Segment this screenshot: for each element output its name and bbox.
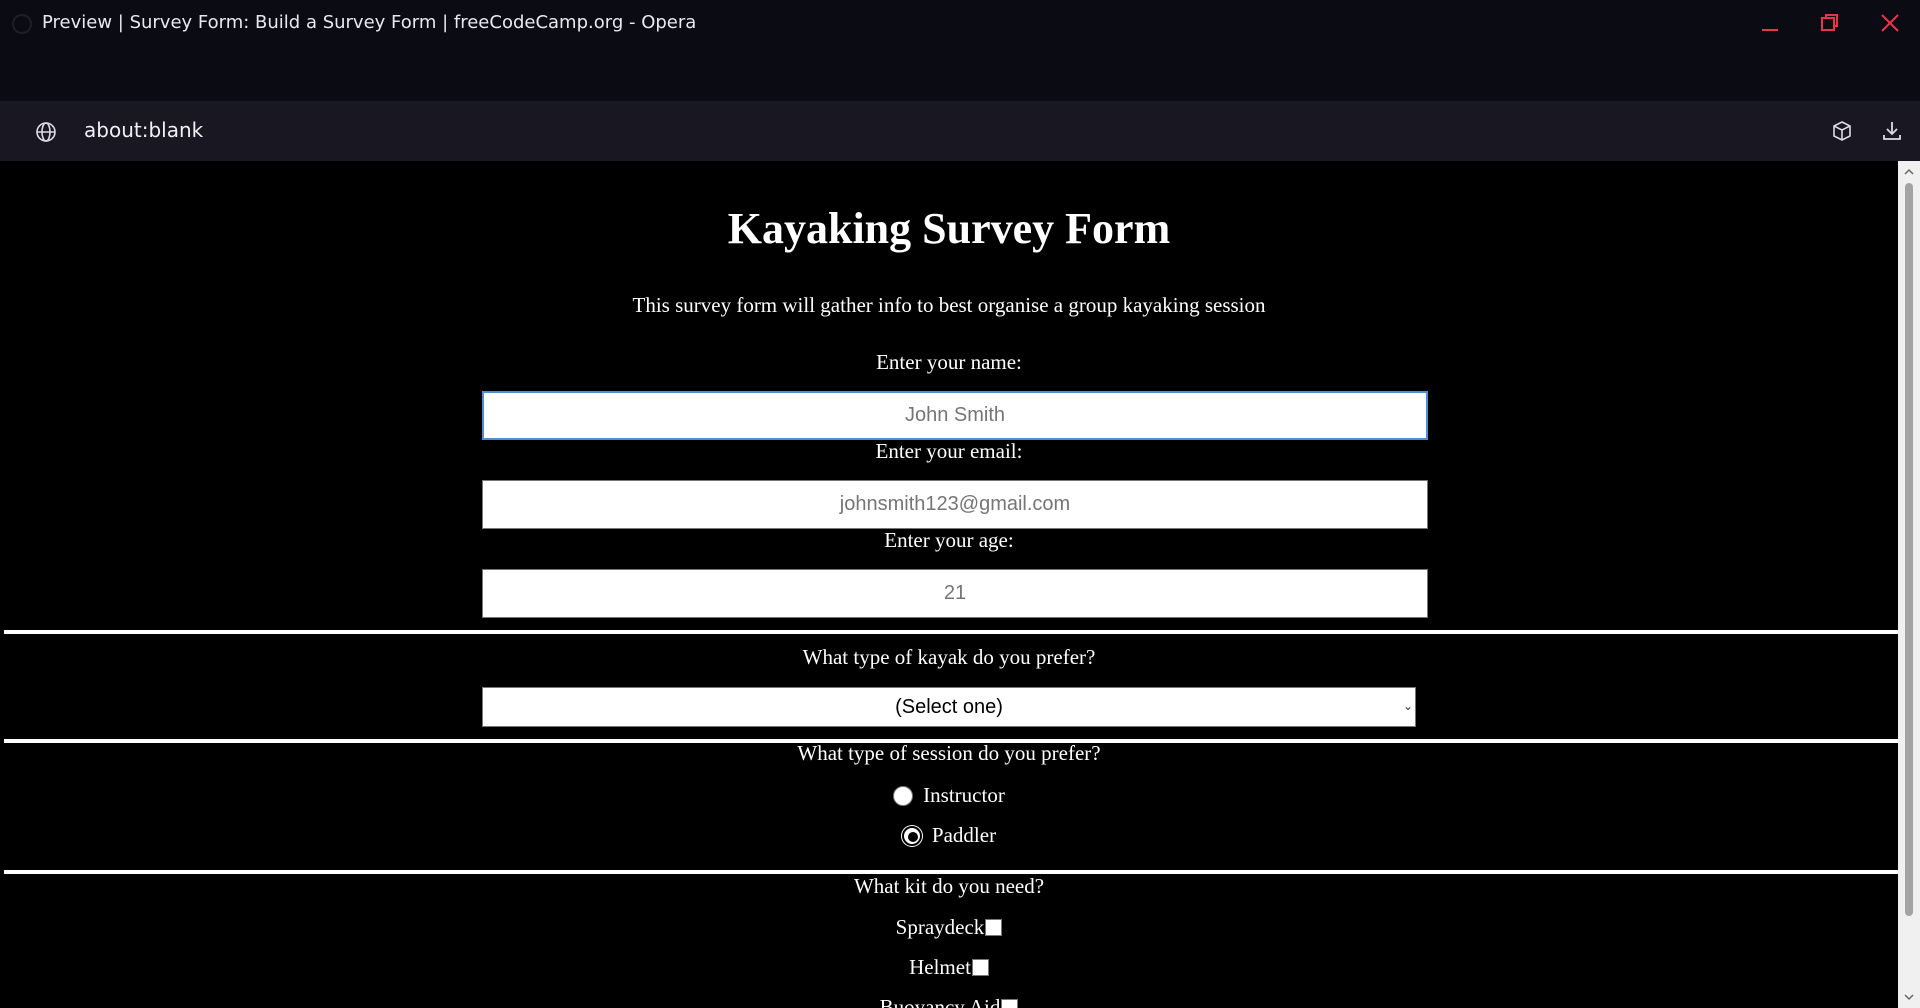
- box-icon: [1833, 121, 1851, 141]
- kit-question: What kit do you need?: [853, 874, 1045, 898]
- email-label: Enter your email:: [875, 439, 1023, 463]
- globe-icon: [36, 122, 56, 142]
- scrollbar-thumb[interactable]: [1905, 183, 1913, 916]
- minimize-button[interactable]: [1750, 8, 1790, 38]
- download-button[interactable]: [1878, 117, 1906, 145]
- opera-logo-icon: [12, 14, 32, 34]
- instructor-radio[interactable]: [893, 785, 914, 806]
- helmet-checkbox[interactable]: [971, 959, 989, 976]
- page-description: This survey form will gather info to bes…: [632, 293, 1266, 317]
- helmet-label: Helmet: [909, 955, 971, 979]
- download-icon: [1883, 122, 1901, 140]
- paddler-radio[interactable]: [901, 825, 922, 846]
- spraydeck-label: Spraydeck: [895, 915, 985, 939]
- spraydeck-checkbox[interactable]: [985, 919, 1003, 936]
- age-label: Enter your age:: [884, 528, 1014, 552]
- chevron-down-icon: ⌄: [1402, 699, 1413, 713]
- close-button[interactable]: [1870, 8, 1910, 38]
- instructor-label: Instructor: [923, 783, 1005, 807]
- buoyancy-aid-checkbox[interactable]: [1001, 999, 1019, 1008]
- restore-button[interactable]: [1810, 8, 1850, 38]
- window-titlebar: Preview | Survey Form: Build a Survey Fo…: [0, 0, 1920, 101]
- close-icon: [1881, 14, 1899, 32]
- session-option-instructor[interactable]: Instructor: [0, 783, 1898, 808]
- kit-option-buoyancy-aid[interactable]: Buoyancy Aid: [0, 995, 1898, 1008]
- scroll-up-icon[interactable]: [1904, 167, 1914, 177]
- age-input[interactable]: [482, 569, 1428, 618]
- kit-option-spraydeck[interactable]: Spraydeck: [0, 915, 1898, 940]
- window-title: Preview | Survey Form: Build a Survey Fo…: [42, 12, 697, 33]
- paddler-label: Paddler: [931, 823, 997, 847]
- minimize-icon: [1762, 29, 1778, 31]
- kayak-question: What type of kayak do you prefer?: [802, 645, 1096, 669]
- email-input[interactable]: [482, 480, 1428, 529]
- session-question: What type of session do you prefer?: [797, 741, 1101, 765]
- url-field[interactable]: about:blank: [84, 118, 203, 142]
- address-bar: about:blank: [0, 101, 1920, 161]
- page-viewport: Kayaking Survey Form This survey form wi…: [0, 161, 1920, 1008]
- kayak-select[interactable]: (Select one) ⌄: [482, 687, 1416, 727]
- box-button[interactable]: [1828, 117, 1856, 145]
- name-input[interactable]: [482, 391, 1428, 440]
- name-label: Enter your name:: [876, 350, 1022, 374]
- kit-option-helmet[interactable]: Helmet: [0, 955, 1898, 980]
- divider: [4, 630, 1898, 634]
- page-title: Kayaking Survey Form: [727, 204, 1171, 253]
- scroll-down-icon[interactable]: [1904, 992, 1914, 1002]
- session-option-paddler[interactable]: Paddler: [0, 823, 1898, 848]
- buoyancy-aid-label: Buoyancy Aid: [879, 995, 1001, 1008]
- kayak-select-value: (Select one): [895, 695, 1003, 718]
- restore-icon: [1821, 14, 1838, 31]
- scrollbar[interactable]: [1898, 161, 1920, 1008]
